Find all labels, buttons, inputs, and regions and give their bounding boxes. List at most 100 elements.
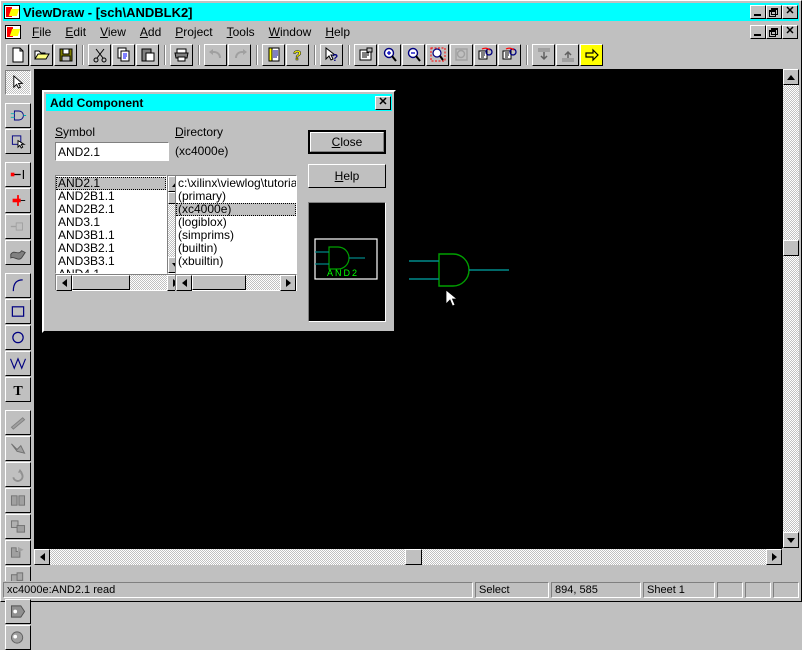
add-component-tool[interactable] bbox=[5, 103, 31, 128]
dialog-window-controls: ✕ bbox=[375, 96, 392, 110]
undo-icon[interactable] bbox=[204, 44, 227, 66]
redo-icon[interactable] bbox=[228, 44, 251, 66]
directory-h-scroll-thumb[interactable] bbox=[192, 275, 246, 290]
copy-icon[interactable] bbox=[112, 44, 135, 66]
directory-scroll-right-button[interactable] bbox=[280, 275, 296, 291]
menu-item-tools[interactable]: Tools bbox=[220, 23, 262, 41]
mdi-minimize-button[interactable] bbox=[750, 25, 766, 39]
toolbar-divider-7 bbox=[526, 45, 528, 65]
next-arrow-icon[interactable] bbox=[580, 44, 603, 66]
symbol-h-scroll-thumb[interactable] bbox=[72, 275, 130, 290]
mdi-close-button[interactable]: ✕ bbox=[782, 25, 798, 39]
scale-tool[interactable] bbox=[5, 514, 31, 539]
canvas-vertical-scrollbar[interactable] bbox=[782, 69, 799, 548]
status-message: xc4000e:AND2.1 read bbox=[3, 582, 473, 598]
svg-text:T: T bbox=[13, 383, 23, 397]
select-tool[interactable] bbox=[5, 70, 31, 95]
symbol-listbox[interactable]: AND2.1AND2B1.1AND2B2.1AND3.1AND3B1.1AND3… bbox=[55, 175, 167, 274]
menu-item-edit[interactable]: Edit bbox=[58, 23, 93, 41]
zoom-fit-icon[interactable] bbox=[450, 44, 473, 66]
zoom-area-icon[interactable] bbox=[426, 44, 449, 66]
status-extra-1 bbox=[717, 582, 743, 598]
menu-item-file[interactable]: File bbox=[25, 23, 58, 41]
draw-box-tool[interactable] bbox=[5, 299, 31, 324]
rotate-tool[interactable] bbox=[5, 462, 31, 487]
status-sheet: Sheet 1 bbox=[643, 582, 715, 598]
drawing-toolbox: T bbox=[3, 69, 33, 565]
help-button[interactable]: Help bbox=[308, 164, 386, 188]
menu-item-add[interactable]: Add bbox=[133, 23, 168, 41]
application-window: ViewDraw - [sch\ANDBLK2] ✕ File Edit Vie… bbox=[0, 0, 802, 602]
save-disk-icon[interactable] bbox=[54, 44, 77, 66]
open-folder-icon[interactable] bbox=[30, 44, 53, 66]
directory-label: Directory bbox=[175, 125, 223, 139]
symbol-scroll-left-button[interactable] bbox=[56, 275, 72, 291]
scroll-down-button[interactable] bbox=[783, 532, 799, 548]
scroll-right-button[interactable] bbox=[766, 549, 782, 565]
close-button[interactable]: Close bbox=[308, 130, 386, 154]
minimize-button[interactable] bbox=[750, 5, 766, 19]
print-icon[interactable] bbox=[170, 44, 193, 66]
cut-scissors-icon[interactable] bbox=[88, 44, 111, 66]
scroll-up-button[interactable] bbox=[783, 69, 799, 85]
close-button[interactable]: ✕ bbox=[782, 5, 798, 19]
dialog-close-icon[interactable]: ✕ bbox=[375, 96, 391, 110]
menu-item-view[interactable]: View bbox=[93, 23, 133, 41]
help-question-icon[interactable]: ? bbox=[286, 44, 309, 66]
toolbar-divider-3 bbox=[198, 45, 200, 65]
help-pointer-icon[interactable]: ? bbox=[320, 44, 343, 66]
symbol-label: Symbol bbox=[55, 125, 95, 139]
draw-polyline-tool[interactable] bbox=[5, 351, 31, 376]
add-text-tool[interactable]: T bbox=[5, 377, 31, 402]
draw-line-tool[interactable] bbox=[5, 410, 31, 435]
close-button-inner: Close bbox=[310, 132, 384, 152]
menu-item-help[interactable]: Help bbox=[318, 23, 357, 41]
list-item[interactable]: (xbuiltin) bbox=[176, 255, 296, 268]
symbol-input[interactable]: AND2.1 bbox=[55, 142, 169, 161]
status-extra-3 bbox=[773, 582, 799, 598]
symbol-preview: AND2 bbox=[308, 202, 386, 322]
zoom-previous-icon[interactable] bbox=[474, 44, 497, 66]
paste-icon[interactable] bbox=[136, 44, 159, 66]
new-file-icon[interactable] bbox=[6, 44, 29, 66]
toolbar-divider-5 bbox=[314, 45, 316, 65]
document-system-icon[interactable] bbox=[5, 25, 21, 39]
horizontal-scroll-thumb[interactable] bbox=[405, 549, 422, 565]
directory-list-horizontal-scrollbar[interactable] bbox=[175, 274, 297, 291]
info-icon[interactable]: i bbox=[262, 44, 285, 66]
directory-list-items: c:\xilinx\viewlog\tutorial(primary)(xc40… bbox=[176, 176, 296, 268]
add-bus-tool[interactable] bbox=[5, 188, 31, 213]
menu-bar: File Edit View Add Project Tools Window … bbox=[3, 22, 799, 41]
main-toolbar: i ? ? bbox=[3, 42, 799, 67]
canvas-horizontal-scrollbar[interactable] bbox=[34, 548, 782, 565]
label-tag-tool[interactable] bbox=[5, 625, 31, 650]
add-net-tool[interactable] bbox=[5, 162, 31, 187]
attribute-tag-tool[interactable] bbox=[5, 599, 31, 624]
menu-item-window[interactable]: Window bbox=[262, 23, 319, 41]
add-pin-tool[interactable] bbox=[5, 214, 31, 239]
directory-scroll-left-button[interactable] bbox=[176, 275, 192, 291]
restore-button[interactable] bbox=[766, 5, 782, 19]
pop-out-icon[interactable] bbox=[556, 44, 579, 66]
add-signal-tool[interactable] bbox=[5, 240, 31, 265]
menu-item-project[interactable]: Project bbox=[168, 23, 219, 41]
scroll-left-button[interactable] bbox=[34, 549, 50, 565]
add-block-tool[interactable] bbox=[5, 129, 31, 154]
viewdraw-app-icon[interactable] bbox=[4, 5, 20, 19]
sheet-list-icon[interactable] bbox=[354, 44, 377, 66]
zoom-next-icon[interactable] bbox=[498, 44, 521, 66]
draw-circle-tool[interactable] bbox=[5, 325, 31, 350]
draw-arc-tool[interactable] bbox=[5, 273, 31, 298]
symbol-list-horizontal-scrollbar[interactable] bbox=[55, 274, 184, 291]
vertical-scroll-thumb[interactable] bbox=[783, 240, 799, 256]
zoom-in-icon[interactable] bbox=[378, 44, 401, 66]
push-into-icon[interactable] bbox=[532, 44, 555, 66]
move-tool[interactable] bbox=[5, 540, 31, 565]
directory-listbox[interactable]: c:\xilinx\viewlog\tutorial(primary)(xc40… bbox=[175, 175, 297, 274]
zoom-out-icon[interactable] bbox=[402, 44, 425, 66]
status-extra-2 bbox=[745, 582, 771, 598]
mdi-restore-button[interactable] bbox=[766, 25, 782, 39]
directory-value: (xc4000e) bbox=[175, 144, 228, 158]
fill-tool[interactable] bbox=[5, 436, 31, 461]
mirror-tool[interactable] bbox=[5, 488, 31, 513]
